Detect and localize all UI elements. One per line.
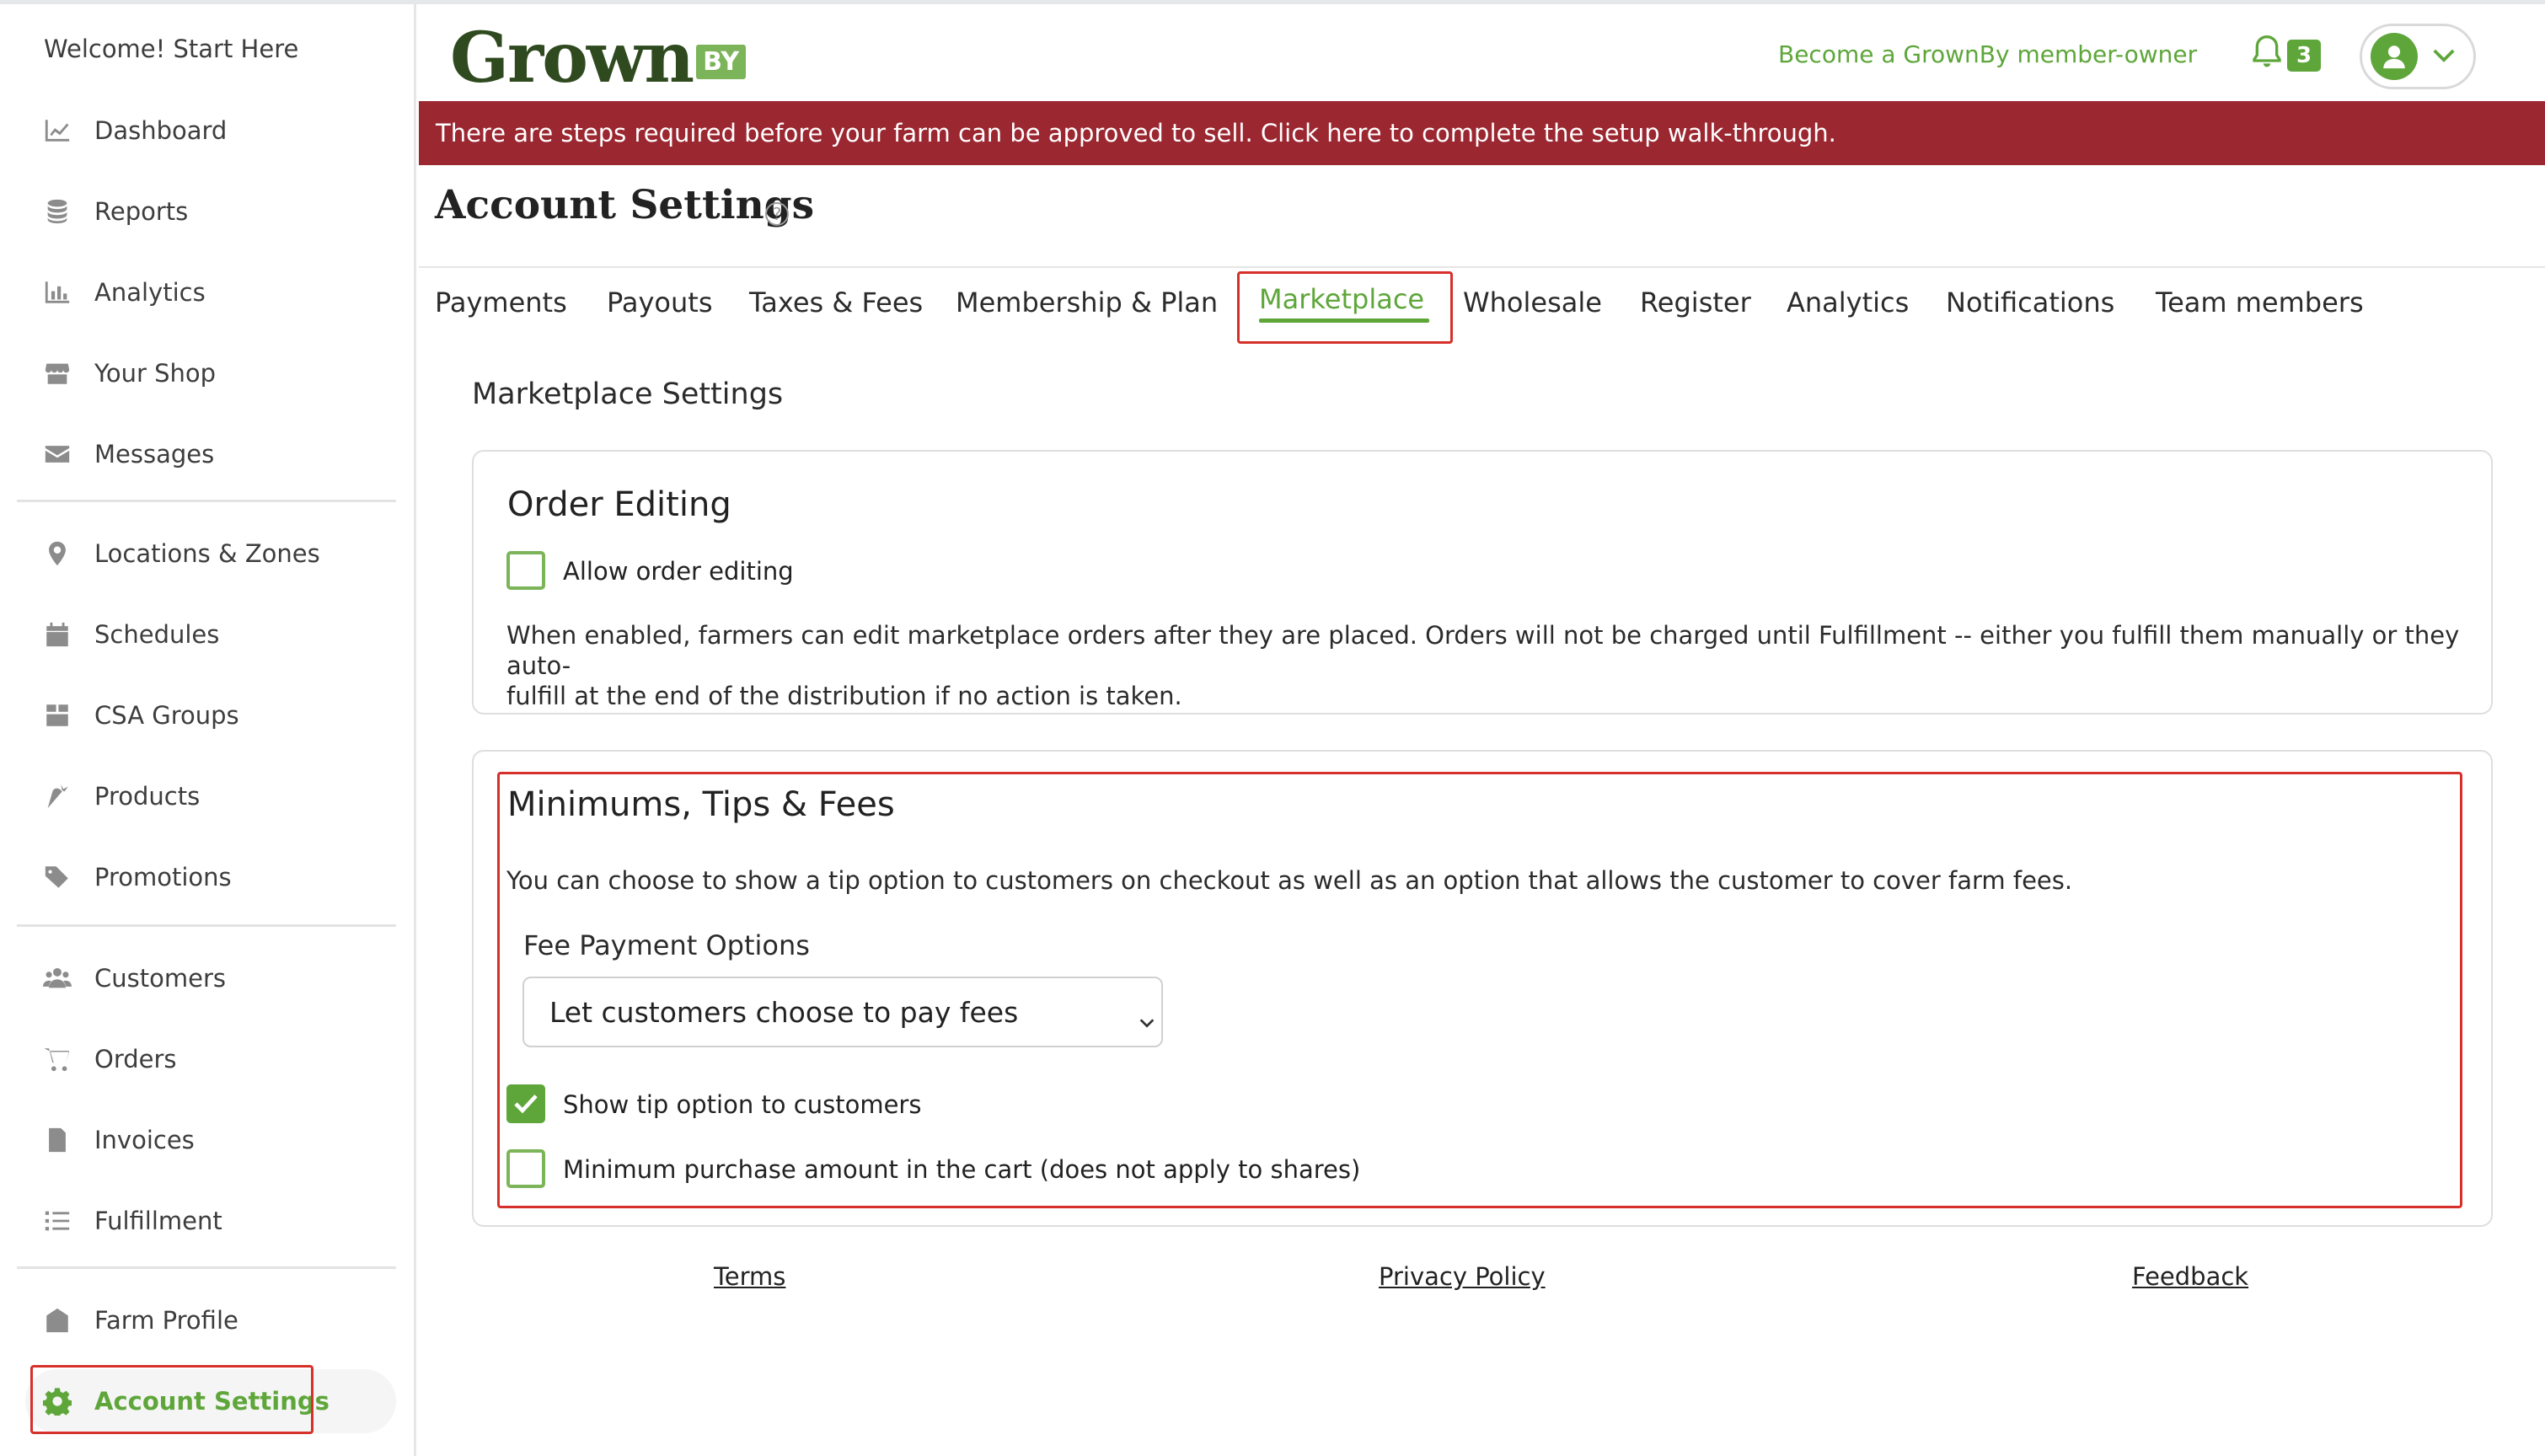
coins-icon: [42, 196, 72, 227]
logo-by-badge: BY: [696, 45, 747, 79]
sidebar-item-label: Invoices: [94, 1126, 195, 1154]
tabs-divider: [419, 266, 2545, 268]
footer-feedback-link[interactable]: Feedback: [2132, 1262, 2248, 1291]
sidebar-item-label: CSA Groups: [94, 701, 239, 730]
list-icon: [42, 1206, 72, 1236]
carrot-icon: [42, 781, 72, 811]
order-editing-description-line: When enabled, farmers can edit marketpla…: [506, 621, 2460, 680]
tab-membership-plan[interactable]: Membership & Plan: [956, 286, 1218, 318]
sidebar-item-label: Locations & Zones: [94, 539, 320, 568]
envelope-icon: [42, 439, 72, 469]
sidebar-welcome-link[interactable]: Welcome! Start Here: [44, 35, 298, 63]
sidebar-item-dashboard[interactable]: Dashboard: [25, 99, 396, 163]
sidebar-item-label: Schedules: [94, 620, 220, 649]
sidebar-item-label: Farm Profile: [94, 1306, 238, 1335]
order-editing-description-line: fulfill at the end of the distribution i…: [506, 682, 1182, 710]
tab-register[interactable]: Register: [1640, 286, 1751, 318]
notifications-bell-icon[interactable]: [2250, 34, 2290, 74]
sidebar-item-locations[interactable]: Locations & Zones: [25, 522, 396, 586]
become-member-owner-link[interactable]: Become a GrownBy member-owner: [1778, 40, 2197, 68]
sidebar-item-label: Promotions: [94, 863, 232, 891]
sidebar-item-analytics[interactable]: Analytics: [25, 260, 396, 324]
sidebar-divider: [17, 500, 396, 502]
order-editing-title: Order Editing: [507, 485, 731, 524]
tab-notifications[interactable]: Notifications: [1946, 286, 2114, 318]
footer-terms-link[interactable]: Terms: [714, 1262, 785, 1291]
sidebar-item-label: Products: [94, 782, 201, 811]
sidebar-item-farm-profile[interactable]: Farm Profile: [25, 1288, 396, 1352]
grownby-logo[interactable]: Grown BY: [450, 18, 747, 99]
allow-order-editing-checkbox[interactable]: [506, 551, 545, 590]
avatar-icon: [2371, 33, 2418, 80]
map-pin-icon: [42, 538, 72, 569]
sidebar-item-customers[interactable]: Customers: [25, 946, 396, 1010]
section-title: Marketplace Settings: [472, 377, 784, 411]
sidebar-item-label: Dashboard: [94, 116, 228, 145]
sidebar-item-schedules[interactable]: Schedules: [25, 602, 396, 666]
order-editing-description: When enabled, farmers can edit marketpla…: [506, 620, 2478, 711]
user-menu-button[interactable]: [2360, 24, 2476, 89]
notification-count-badge: 3: [2287, 40, 2321, 72]
highlight-account-settings: [30, 1365, 313, 1434]
setup-alert-banner[interactable]: There are steps required before your far…: [419, 101, 2545, 165]
sidebar-divider: [17, 924, 396, 927]
sidebar-item-invoices[interactable]: Invoices: [25, 1108, 396, 1172]
footer-privacy-link[interactable]: Privacy Policy: [1379, 1262, 1546, 1291]
logo-wordmark: Grown: [450, 18, 694, 99]
sidebar-item-fulfillment[interactable]: Fulfillment: [25, 1189, 396, 1253]
sidebar-divider: [17, 1266, 396, 1269]
users-icon: [42, 963, 72, 993]
sidebar-item-label: Analytics: [94, 278, 206, 307]
tab-payments[interactable]: Payments: [435, 286, 567, 318]
sidebar: Welcome! Start Here Dashboard Reports An…: [0, 4, 416, 1456]
invoice-icon: [42, 1125, 72, 1155]
sidebar-item-csa-groups[interactable]: CSA Groups: [25, 683, 396, 747]
sidebar-item-your-shop[interactable]: Your Shop: [25, 341, 396, 405]
tags-icon: [42, 862, 72, 892]
calendar-icon: [42, 619, 72, 650]
cart-icon: [42, 1044, 72, 1074]
sidebar-item-label: Fulfillment: [94, 1207, 222, 1235]
tab-taxes-fees[interactable]: Taxes & Fees: [749, 286, 923, 318]
sidebar-item-label: Your Shop: [94, 359, 217, 388]
sidebar-item-label: Customers: [94, 964, 226, 993]
tab-team-members[interactable]: Team members: [2156, 286, 2364, 318]
bar-chart-icon: [42, 277, 72, 308]
sidebar-item-label: Orders: [94, 1045, 177, 1073]
tab-analytics[interactable]: Analytics: [1787, 286, 1909, 318]
sidebar-item-label: Messages: [94, 440, 215, 468]
barn-icon: [42, 1305, 72, 1336]
tab-wholesale[interactable]: Wholesale: [1463, 286, 1602, 318]
allow-order-editing-label: Allow order editing: [563, 557, 794, 586]
sidebar-item-messages[interactable]: Messages: [25, 422, 396, 486]
sidebar-item-label: Reports: [94, 197, 189, 226]
box-icon: [42, 700, 72, 731]
highlight-marketplace-tab: [1237, 271, 1453, 344]
page-title: Account Settings: [435, 182, 815, 228]
sidebar-item-orders[interactable]: Orders: [25, 1027, 396, 1091]
chart-line-icon: [42, 115, 72, 146]
tab-payouts[interactable]: Payouts: [607, 286, 712, 318]
store-icon: [42, 358, 72, 388]
chevron-down-icon: [2431, 46, 2457, 67]
sidebar-item-products[interactable]: Products: [25, 764, 396, 828]
sidebar-item-reports[interactable]: Reports: [25, 179, 396, 244]
help-circle-icon[interactable]: ?: [765, 202, 789, 226]
sidebar-item-promotions[interactable]: Promotions: [25, 845, 396, 909]
highlight-minimums-section: [497, 772, 2462, 1208]
